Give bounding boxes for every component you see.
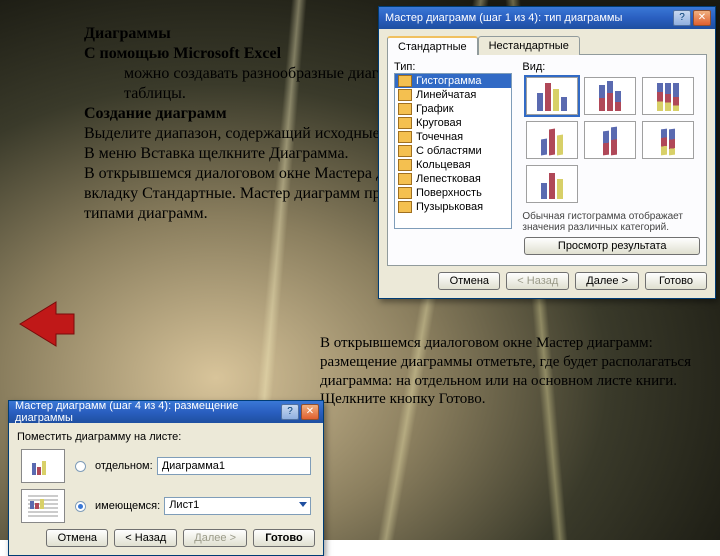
preview-button[interactable]: Просмотр результата [524, 237, 700, 255]
finish-button[interactable]: Готово [645, 272, 707, 290]
chart-type-icon [398, 89, 412, 101]
option-new-sheet-row[interactable]: отдельном: [21, 449, 311, 483]
option-existing-sheet-label: имеющемся: [95, 500, 160, 512]
chart-type-icon [398, 173, 412, 185]
tabs: Стандартные Нестандартные [387, 35, 707, 55]
help-button[interactable]: ? [673, 10, 691, 26]
existing-sheet-select[interactable]: Лист1 [164, 497, 311, 515]
chart-subtype[interactable] [642, 121, 694, 159]
radio-new-sheet[interactable] [75, 461, 86, 472]
preview-checkbox-row[interactable]: Просмотр результата [524, 237, 700, 255]
chart-subtype[interactable] [642, 77, 694, 115]
chart-type-icon [398, 201, 412, 213]
dialog1-buttons: Отмена < Назад Далее > Готово [387, 272, 707, 290]
radio-existing-sheet[interactable] [75, 501, 86, 512]
cancel-button[interactable]: Отмена [438, 272, 500, 290]
close-button[interactable]: ✕ [693, 10, 711, 26]
chart-subtype[interactable] [526, 121, 578, 159]
chart-type-icon [398, 187, 412, 199]
close-button[interactable]: ✕ [301, 404, 319, 420]
chart-type-icon [398, 131, 412, 143]
back-button[interactable] [18, 298, 76, 350]
back-step-button[interactable]: < Назад [114, 529, 177, 547]
chart-type-icon [398, 75, 412, 87]
chart-type-icon [398, 103, 412, 115]
chart-type-icon [398, 117, 412, 129]
list-item: Круговая [395, 116, 511, 130]
placement-legend: Поместить диаграмму на листе: [17, 431, 315, 443]
existing-sheet-icon [21, 489, 65, 523]
list-item: Линейчатая [395, 88, 511, 102]
option-new-sheet-label: отдельном: [95, 460, 153, 472]
dialog-chart-type: Мастер диаграмм (шаг 1 из 4): тип диагра… [378, 6, 716, 299]
tab-custom[interactable]: Нестандартные [478, 36, 580, 55]
subtype-description: Обычная гистограмма отображает значения … [522, 211, 700, 233]
help-button[interactable]: ? [281, 404, 299, 420]
finish-button[interactable]: Готово [253, 529, 315, 547]
list-item: Пузырьковая [395, 200, 511, 214]
list-item: Лепестковая [395, 172, 511, 186]
new-sheet-icon [21, 449, 65, 483]
chart-type-list[interactable]: Гистограмма Линейчатая График Круговая Т… [394, 73, 512, 229]
chart-subtype[interactable] [526, 165, 578, 203]
chart-type-icon [398, 159, 412, 171]
next-button[interactable]: Далее > [575, 272, 639, 290]
dialog2-titlebar[interactable]: Мастер диаграмм (шаг 4 из 4): размещение… [9, 401, 323, 423]
dialog2-title: Мастер диаграмм (шаг 4 из 4): размещение… [13, 400, 279, 424]
article-placement-text: В открывшемся диалоговом окне Мастер диа… [320, 335, 691, 407]
new-sheet-name-input[interactable] [157, 457, 311, 475]
p1-lead: С помощью Microsoft Excel [84, 45, 281, 62]
dialog1-titlebar[interactable]: Мастер диаграмм (шаг 1 из 4): тип диагра… [379, 7, 715, 29]
label-view: Вид: [522, 61, 700, 73]
option-existing-sheet-row[interactable]: имеющемся: Лист1 [21, 489, 311, 523]
chart-subtype-grid [522, 73, 700, 207]
dialog-chart-placement: Мастер диаграмм (шаг 4 из 4): размещение… [8, 400, 324, 556]
list-item: График [395, 102, 511, 116]
list-item: С областями [395, 144, 511, 158]
tab-standard[interactable]: Стандартные [387, 36, 478, 55]
dialog1-title: Мастер диаграмм (шаг 1 из 4): тип диагра… [383, 12, 671, 24]
back-step-button[interactable]: < Назад [506, 272, 569, 290]
list-item: Кольцевая [395, 158, 511, 172]
label-type: Тип: [394, 61, 512, 73]
chart-subtype[interactable] [526, 77, 578, 115]
back-arrow-icon [18, 298, 76, 350]
chart-subtype[interactable] [584, 121, 636, 159]
next-button[interactable]: Далее > [183, 529, 247, 547]
cancel-button[interactable]: Отмена [46, 529, 108, 547]
article-placement: В открывшемся диалоговом окне Мастер диа… [320, 334, 710, 409]
list-item: Точечная [395, 130, 511, 144]
list-item: Гистограмма [395, 74, 511, 88]
list-item: Поверхность [395, 186, 511, 200]
dialog2-buttons: Отмена < Назад Далее > Готово [17, 529, 315, 547]
chart-subtype[interactable] [584, 77, 636, 115]
chart-type-icon [398, 145, 412, 157]
